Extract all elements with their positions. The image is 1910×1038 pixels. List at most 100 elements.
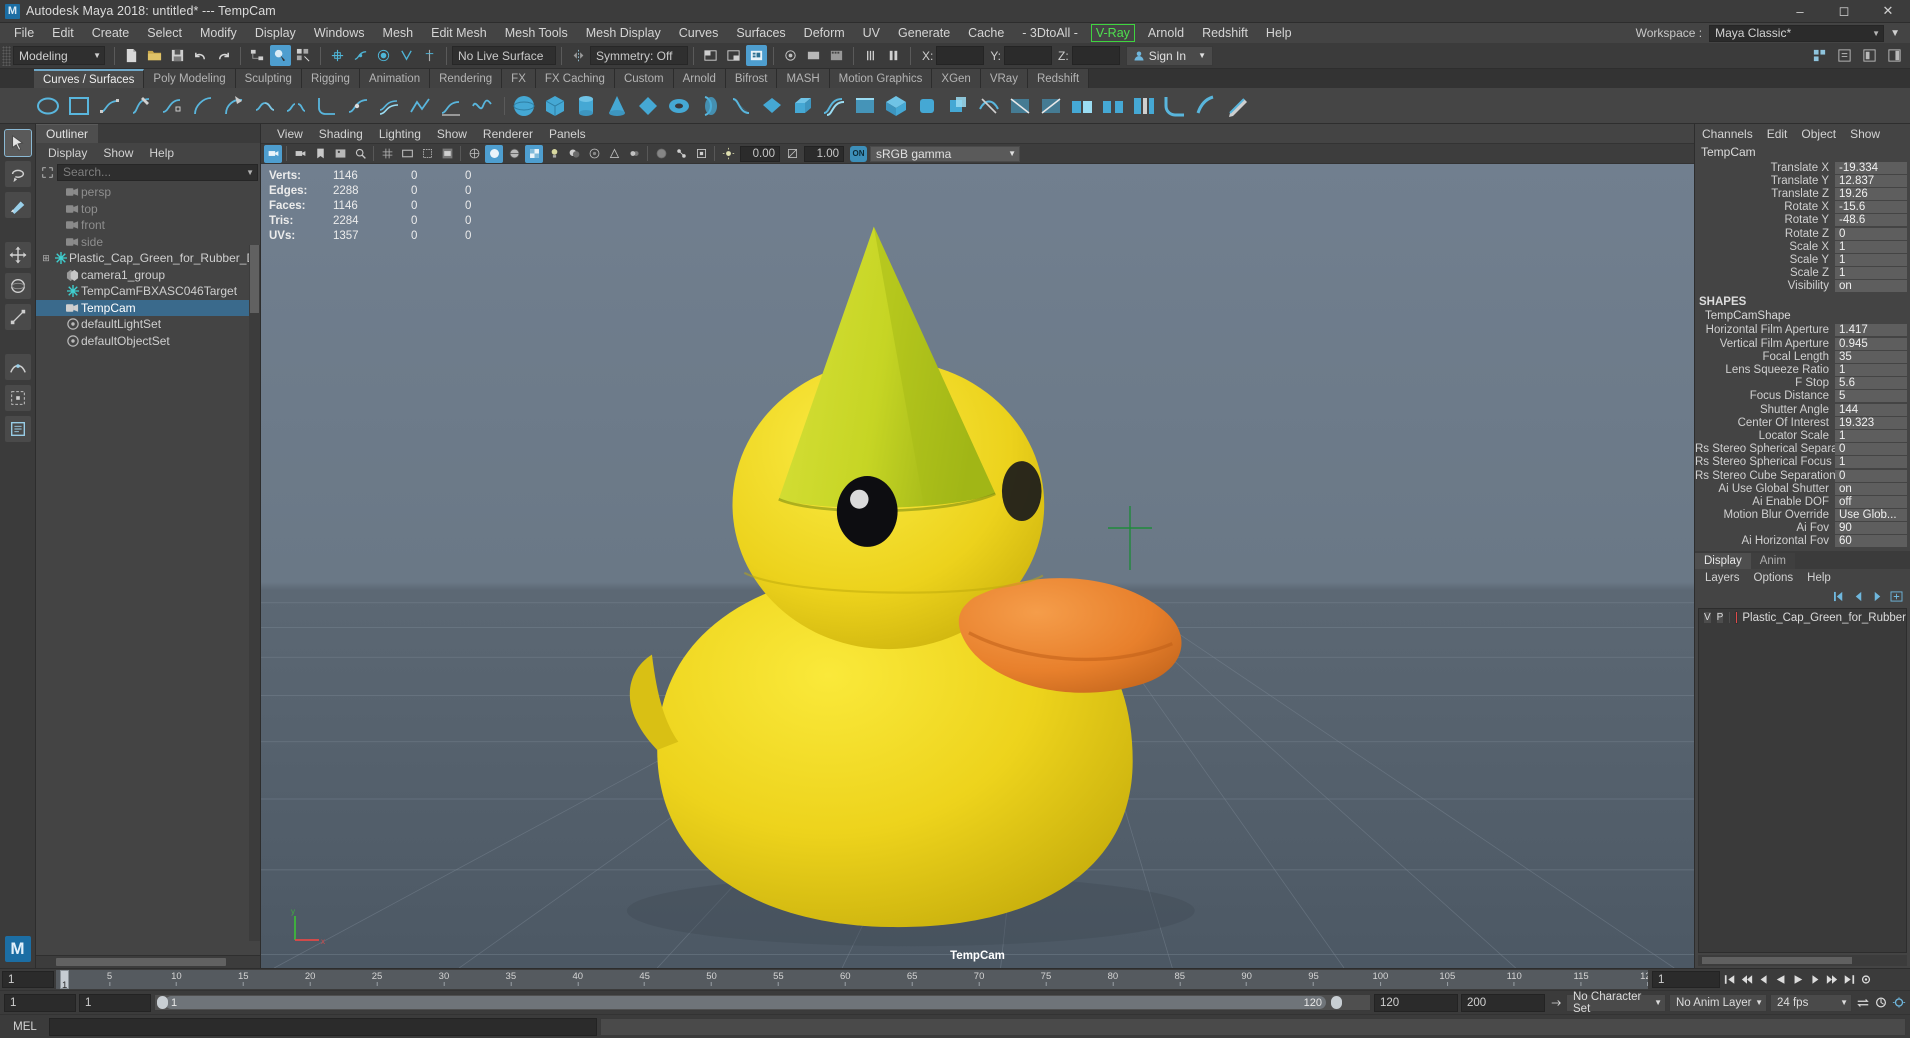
menu-vray[interactable]: V-Ray [1090, 24, 1135, 42]
outliner-item-top[interactable]: top [36, 201, 260, 218]
menu-mesh-tools[interactable]: Mesh Tools [496, 23, 577, 43]
playback-range-icon[interactable] [1548, 995, 1563, 1011]
shelf-detach-curves-icon[interactable] [282, 92, 309, 119]
viewport-menu-lighting[interactable]: Lighting [371, 126, 429, 142]
soft-modification-tool-icon[interactable] [4, 354, 31, 380]
step-forward-keyframe-icon[interactable] [1824, 972, 1839, 988]
shelf-bevel-plus-icon[interactable] [944, 92, 971, 119]
channel-value[interactable]: 0.945 [1835, 337, 1907, 350]
render-settings-icon[interactable] [746, 45, 767, 66]
channel-value[interactable]: 1 [1835, 253, 1907, 266]
ipr-render-icon[interactable] [723, 45, 744, 66]
channel-value[interactable]: 0 [1835, 227, 1907, 240]
shelf-tab-sculpting[interactable]: Sculpting [235, 69, 302, 88]
xray-active-components-icon[interactable] [692, 145, 710, 163]
shelf-curve-smooth-icon[interactable] [468, 92, 495, 119]
hypershade-icon[interactable] [780, 45, 801, 66]
menu-display[interactable]: Display [246, 23, 305, 43]
lasso-select-tool-icon[interactable] [4, 161, 31, 187]
open-scene-icon[interactable] [144, 45, 165, 66]
channel-row[interactable]: Locator Scale 1 [1695, 429, 1910, 442]
texture-display-icon[interactable] [525, 144, 543, 163]
gamma-icon[interactable] [783, 145, 801, 163]
current-frame-field[interactable]: 1 [1652, 971, 1720, 988]
shelf-intersect-surfaces-icon[interactable] [975, 92, 1002, 119]
workspace-dropdown[interactable]: Maya Classic* ▼ [1709, 24, 1885, 42]
toggle-modeling-toolkit-icon[interactable] [1809, 45, 1830, 66]
coord-x-field[interactable] [936, 46, 985, 65]
shelf-tab-rigging[interactable]: Rigging [301, 69, 360, 88]
shadows-icon[interactable] [565, 145, 583, 163]
channelbox-menu-edit[interactable]: Edit [1760, 126, 1795, 142]
shelf-tab-custom[interactable]: Custom [614, 69, 674, 88]
play-backwards-icon[interactable] [1773, 972, 1788, 988]
toolbar-grip-handle[interactable] [2, 45, 11, 66]
toggle-attribute-editor-icon[interactable] [1834, 45, 1855, 66]
toggle-tool-settings-icon[interactable] [1859, 45, 1880, 66]
channel-value[interactable]: -15.6 [1835, 201, 1907, 214]
layer-move-up-icon[interactable] [1851, 590, 1866, 604]
range-start-handle[interactable] [157, 996, 168, 1009]
shelf-tab-arnold[interactable]: Arnold [673, 69, 726, 88]
menu-modify[interactable]: Modify [191, 23, 246, 43]
shelf-revolve-icon[interactable] [696, 92, 723, 119]
channel-row[interactable]: Vertical Film Aperture 0.945 [1695, 337, 1910, 350]
channel-value[interactable]: 35 [1835, 350, 1907, 363]
shelf-nurbs-cone-icon[interactable] [603, 92, 630, 119]
layer-menu-layers[interactable]: Layers [1698, 571, 1747, 585]
shelf-boundary-icon[interactable] [851, 92, 878, 119]
layer-new-icon[interactable] [1889, 590, 1904, 604]
outliner-item-persp[interactable]: persp [36, 184, 260, 201]
viewport-menu-renderer[interactable]: Renderer [475, 126, 541, 142]
shelf-tab-fx-caching[interactable]: FX Caching [535, 69, 615, 88]
shelf-surface-editing-icon[interactable] [1223, 92, 1250, 119]
use-default-lighting-icon[interactable] [545, 145, 563, 163]
new-scene-icon[interactable] [121, 45, 142, 66]
gamma-field[interactable]: 1.00 [804, 145, 844, 162]
menu-cache[interactable]: Cache [959, 23, 1013, 43]
shelf-nurbs-cube-icon[interactable] [541, 92, 568, 119]
toggle-channel-box-icon[interactable] [1884, 45, 1905, 66]
symmetry-icon[interactable] [568, 45, 589, 66]
range-slider-bar[interactable]: 1 120 [154, 994, 1371, 1011]
snap-to-grid-icon[interactable] [327, 45, 348, 66]
layer-shading-toggle[interactable] [1728, 611, 1732, 625]
channel-row[interactable]: Ai Use Global Shutter on [1695, 482, 1910, 495]
channel-value[interactable]: 0 [1835, 469, 1907, 482]
shelf-square-surface-icon[interactable] [882, 92, 909, 119]
select-tool-icon[interactable] [3, 129, 32, 157]
channel-row[interactable]: Shutter Angle 144 [1695, 403, 1910, 416]
channel-row[interactable]: Rotate Y -48.6 [1695, 214, 1910, 227]
channel-row[interactable]: Horizontal Film Aperture 1.417 [1695, 324, 1910, 337]
rubber-duck-model[interactable] [261, 164, 1694, 968]
shelf-nurbs-circle-icon[interactable] [34, 92, 61, 119]
shelf-tab-animation[interactable]: Animation [359, 69, 431, 88]
shelf-align-surfaces-icon[interactable] [1130, 92, 1157, 119]
step-forward-frame-icon[interactable] [1807, 972, 1822, 988]
layer-list-scrollbar[interactable] [1698, 955, 1907, 966]
outliner-item-front[interactable]: front [36, 217, 260, 234]
channel-value[interactable]: 5 [1835, 390, 1907, 403]
layer-playback-toggle[interactable]: P [1715, 611, 1725, 625]
shelf-loft-icon[interactable] [727, 92, 754, 119]
menu-select[interactable]: Select [138, 23, 191, 43]
motion-blur-icon[interactable] [625, 145, 643, 163]
viewport-3d[interactable]: Verts: 1146 0 0 Edges: 2288 0 0 Faces: 1146 0 0 Tris… [261, 164, 1694, 968]
anim-layer-dropdown[interactable]: No Anim Layer ▼ [1669, 993, 1767, 1012]
shelf-offset-curve-icon[interactable] [375, 92, 402, 119]
channel-value[interactable]: 19.323 [1835, 416, 1907, 429]
shelf-tab-bifrost[interactable]: Bifrost [725, 69, 778, 88]
menu-arnold[interactable]: Arnold [1139, 23, 1193, 43]
save-scene-icon[interactable] [167, 45, 188, 66]
character-set-dropdown[interactable]: No Character Set ▼ [1566, 991, 1666, 1015]
channel-row[interactable]: Rotate X -15.6 [1695, 201, 1910, 214]
channel-row[interactable]: Ai Fov 90 [1695, 522, 1910, 535]
channel-row[interactable]: Focal Length 35 [1695, 350, 1910, 363]
range-end-handle[interactable] [1331, 996, 1342, 1009]
layer-tab-display[interactable]: Display [1695, 553, 1751, 570]
shelf-nurbs-cylinder-icon[interactable] [572, 92, 599, 119]
channel-row[interactable]: Rs Stereo Spherical Focus Dist.1 [1695, 456, 1910, 469]
animation-start-field[interactable]: 1 [4, 993, 76, 1012]
channel-value[interactable]: 1 [1835, 240, 1907, 253]
channel-value[interactable]: 60 [1835, 535, 1907, 548]
